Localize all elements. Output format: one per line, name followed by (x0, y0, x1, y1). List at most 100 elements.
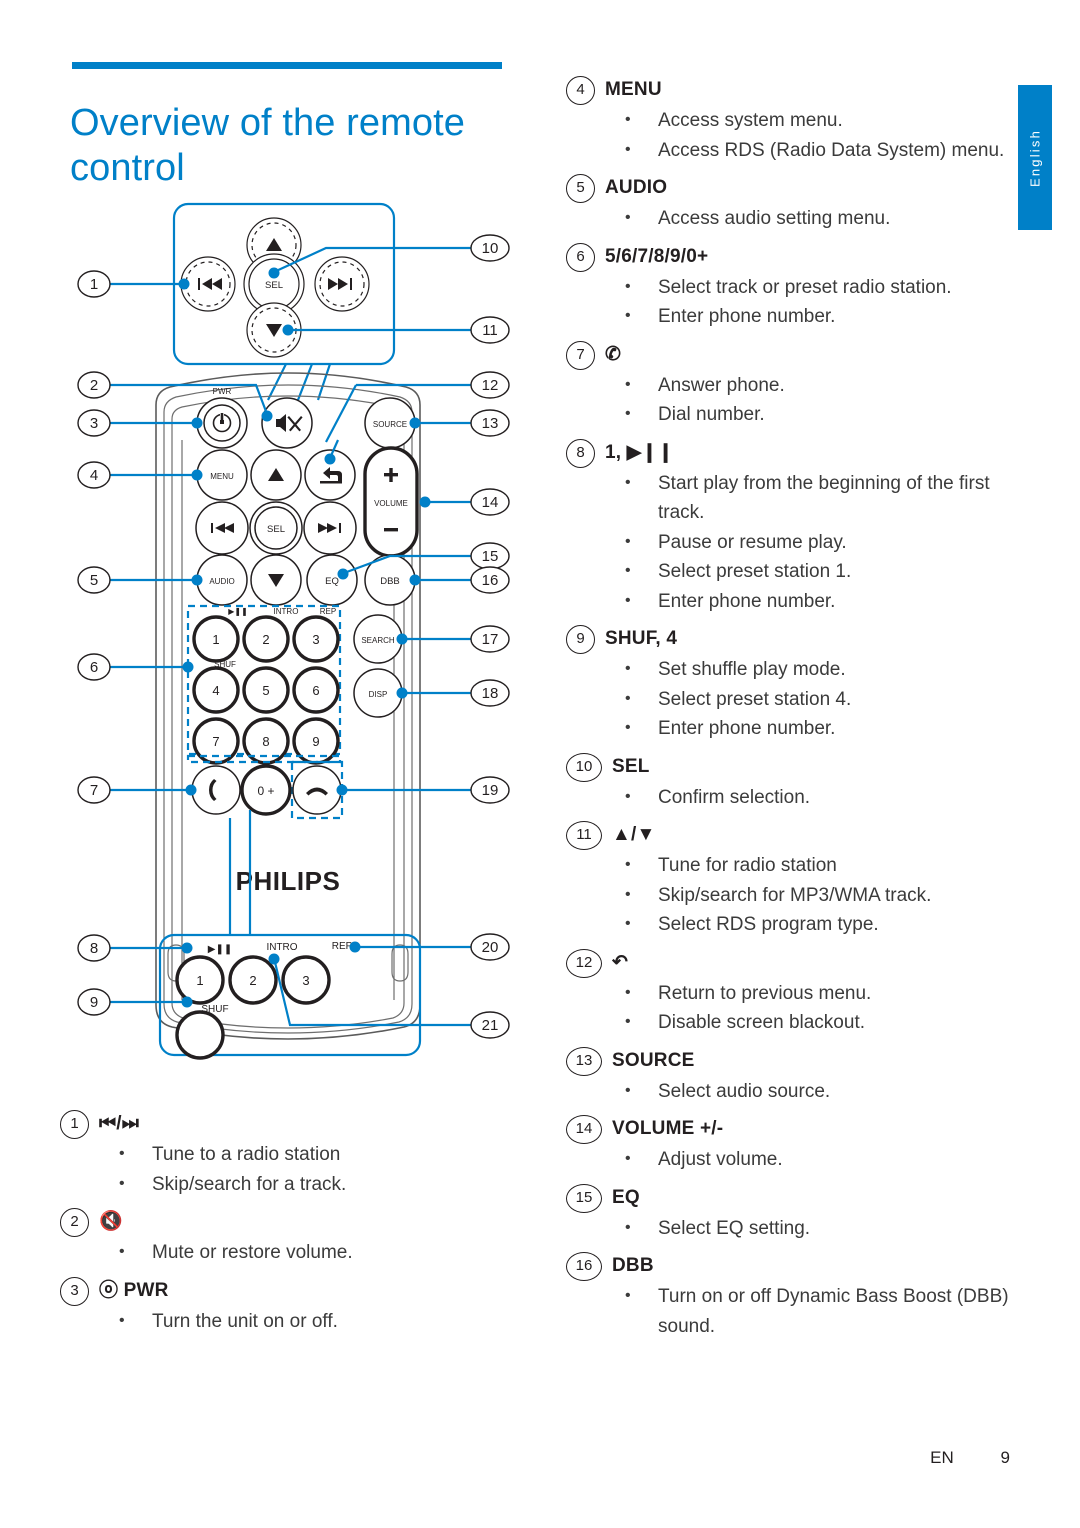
key-entry-bullets: Set shuffle play mode.Select preset stat… (566, 654, 1016, 744)
footer-language-code: EN (930, 1448, 954, 1467)
key-entry-label: SHUF, 4 (605, 628, 678, 649)
svg-text:12: 12 (482, 377, 499, 394)
svg-text:5: 5 (90, 572, 98, 589)
key-entry-number: 5 (566, 174, 595, 203)
remote-control-diagram: .bl{stroke:#0080c8;stroke-width:2.2;fill… (60, 190, 520, 1070)
key-entry-bullets: Select track or preset radio station.Ent… (566, 272, 1016, 332)
key-entry: 14 VOLUME +/- Adjust volume. (566, 1115, 1016, 1175)
key-entry-number: 9 (566, 625, 595, 654)
svg-text:EQ: EQ (325, 576, 339, 587)
key-entry-bullet: Pause or resume play. (566, 527, 1016, 558)
key-entry-number: 11 (566, 821, 602, 850)
key-entry-bullet: Access system menu. (566, 105, 1016, 136)
key-entry: 12 ↶ Return to previous menu.Disable scree… (566, 948, 1016, 1038)
key-entry: 3 ⓞ PWR Turn the unit on or off. (60, 1276, 520, 1337)
key-entry: 15 EQ Select EQ setting. (566, 1183, 1016, 1244)
key-entry-bullet: Select track or preset radio station. (566, 272, 1016, 303)
svg-text:18: 18 (482, 685, 499, 702)
key-entry-label: 🔇 (99, 1211, 123, 1232)
key-entry-bullet: Select EQ setting. (566, 1213, 1016, 1244)
key-entry-label: ▲/▼ (612, 824, 656, 845)
svg-text:6: 6 (90, 659, 98, 676)
svg-text:DISP: DISP (369, 690, 388, 699)
key-entry-bullets: Confirm selection. (566, 782, 1016, 813)
page-footer: EN 9 (0, 1448, 1010, 1468)
key-entry: 9 SHUF, 4 Set shuffle play mode.Select pre… (566, 625, 1016, 744)
key-entry-number: 13 (566, 1046, 602, 1076)
key-entry-bullet: Select audio source. (566, 1076, 1016, 1107)
key-entry-bullet: Mute or restore volume. (60, 1237, 520, 1268)
key-entry-bullet: Disable screen blackout. (566, 1007, 1016, 1038)
footer-page-number: 9 (1000, 1448, 1010, 1467)
key-entry-number: 3 (60, 1276, 89, 1306)
key-entry-number: 10 (566, 752, 602, 782)
svg-text:8: 8 (262, 734, 269, 749)
key-entry-bullet: Enter phone number. (566, 301, 1016, 332)
svg-text:15: 15 (482, 548, 499, 565)
svg-text:SEL: SEL (265, 280, 283, 291)
key-entry-number: 7 (566, 340, 595, 370)
key-entry-bullet: Return to previous menu. (566, 978, 1016, 1009)
manual-page: Overview of the remote control English .… (0, 0, 1080, 1528)
key-entry-bullets: Adjust volume. (566, 1144, 1016, 1175)
key-entry-bullet: Turn on or off Dynamic Bass Boost (DBB) … (566, 1281, 1016, 1341)
key-entry-label: 1, ▶❙❙ (605, 441, 674, 463)
key-entry-bullet: Confirm selection. (566, 782, 1016, 813)
svg-text:20: 20 (482, 939, 499, 956)
key-entry-bullets: Answer phone.Dial number. (566, 370, 1016, 430)
svg-text:AUDIO: AUDIO (209, 577, 234, 586)
svg-text:6: 6 (312, 683, 319, 698)
key-entry-header: 6 5/6/7/8/9/0+ (566, 242, 1016, 272)
key-entry-number: 14 (566, 1115, 602, 1144)
key-entry-bullet: Tune for radio station (566, 850, 1016, 881)
key-entry-bullets: Access audio setting menu. (566, 203, 1016, 234)
svg-text:13: 13 (482, 415, 499, 432)
key-entry-bullet: Skip/search for MP3/WMA track. (566, 880, 1016, 911)
key-entry-bullets: Tune for radio stationSkip/search for MP… (566, 850, 1016, 940)
svg-text:3: 3 (90, 415, 98, 432)
key-entry-bullets: Return to previous menu.Disable screen b… (566, 978, 1016, 1038)
svg-text:3: 3 (302, 973, 309, 988)
key-entry-number: 8 (566, 438, 595, 468)
key-entry-header: 13 SOURCE (566, 1046, 1016, 1076)
svg-text:19: 19 (482, 782, 499, 799)
page-title: Overview of the remote control (70, 102, 466, 190)
key-entry-bullet: Dial number. (566, 399, 1016, 430)
key-entry-label: DBB (612, 1255, 654, 1276)
key-entry-bullet: Enter phone number. (566, 713, 1016, 744)
key-entry: 10 SEL Confirm selection. (566, 752, 1016, 813)
key-entry-header: 12 ↶ (566, 948, 1016, 978)
key-entry-bullets: Access system menu.Access RDS (Radio Dat… (566, 105, 1016, 165)
key-entry-label: ✆ (605, 343, 622, 365)
key-entry-number: 4 (566, 76, 595, 105)
svg-text:4: 4 (212, 683, 219, 698)
key-entry-bullets: Start play from the beginning of the fir… (566, 468, 1016, 617)
key-entry-header: 10 SEL (566, 752, 1016, 782)
svg-text:SOURCE: SOURCE (373, 420, 407, 429)
svg-text:1: 1 (90, 276, 98, 293)
key-entry: 8 1, ▶❙❙ Start play from the beginning of … (566, 438, 1016, 617)
key-entry-bullet: Adjust volume. (566, 1144, 1016, 1175)
key-entry-label: ↶ (612, 951, 629, 973)
key-entry-label: AUDIO (605, 177, 668, 198)
svg-text:PWR: PWR (213, 387, 232, 396)
key-entry-bullet: Enter phone number. (566, 586, 1016, 617)
key-entry-label: SEL (612, 755, 650, 777)
svg-text:INTRO: INTRO (274, 607, 299, 616)
svg-text:SEARCH: SEARCH (361, 636, 395, 645)
svg-text:INTRO: INTRO (266, 942, 297, 953)
key-entry: 13 SOURCE Select audio source. (566, 1046, 1016, 1107)
svg-text:2: 2 (262, 632, 269, 647)
key-entry-bullet: Select RDS program type. (566, 909, 1016, 940)
svg-text:4: 4 (90, 467, 98, 484)
svg-text:SEL: SEL (267, 524, 285, 535)
svg-text:2: 2 (90, 377, 98, 394)
key-entry-bullet: Set shuffle play mode. (566, 654, 1016, 685)
svg-text:9: 9 (90, 994, 98, 1011)
svg-text:9: 9 (312, 734, 319, 749)
svg-text:REP: REP (332, 941, 353, 952)
key-entry: 11 ▲/▼ Tune for radio stationSkip/search f… (566, 821, 1016, 940)
svg-text:REP: REP (320, 607, 336, 616)
svg-text:1: 1 (212, 632, 219, 647)
svg-text:16: 16 (482, 572, 499, 589)
